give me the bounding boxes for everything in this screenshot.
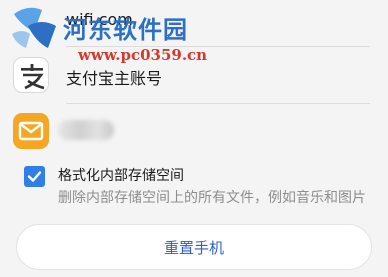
divider [66,103,370,104]
account-label-alipay: 支付宝主账号 [66,69,163,88]
account-label-email-blurred [58,120,114,140]
divider [66,46,370,47]
format-storage-title: 格式化内部存储空间 [58,168,184,184]
format-storage-checkbox[interactable] [24,166,45,187]
alipay-icon [13,57,49,93]
account-row-alipay: 支付宝主账号 [0,50,388,100]
watermark-logo-icon [12,7,56,48]
format-storage-description: 删除内部存储空间上的所有文件，例如音乐和图片 [58,190,366,206]
watermark-name: 河东软件园 [63,16,188,44]
account-row-email [0,108,388,154]
email-icon [13,113,49,149]
reset-phone-button[interactable]: 重置手机 [16,224,372,270]
